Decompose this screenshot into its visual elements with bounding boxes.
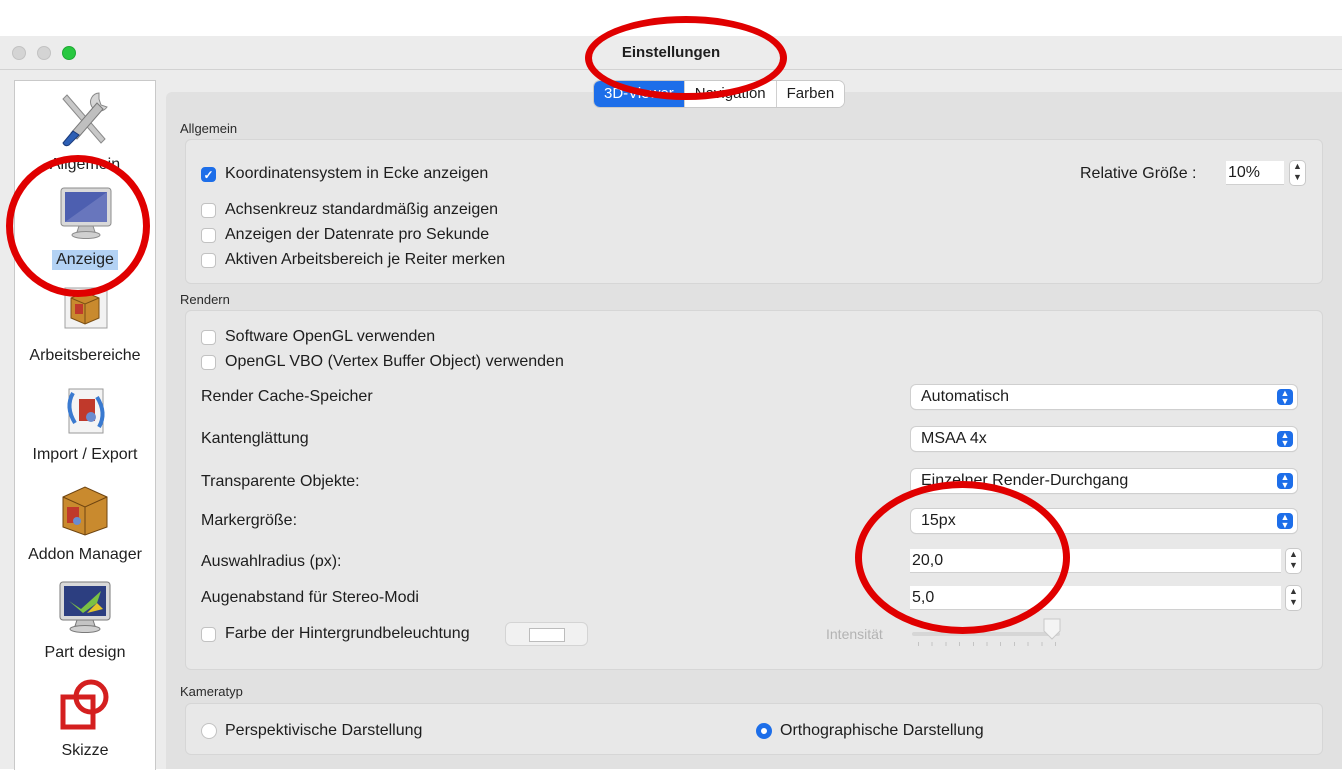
sidebar-item-arbeitsbereiche[interactable]: Arbeitsbereiche [15, 284, 155, 370]
relative-size-input[interactable]: 10% [1226, 161, 1284, 185]
checkbox-label: Koordinatensystem in Ecke anzeigen [225, 165, 489, 182]
sidebar-item-label: Import / Export [32, 446, 138, 463]
augenabstand-label: Augenabstand für Stereo-Modi [201, 589, 419, 606]
chevron-updown-icon: ▲ ▼ [1277, 431, 1293, 448]
sidebar-item-part-design[interactable]: Part design [15, 579, 155, 665]
color-swatch [529, 628, 565, 642]
tools-icon [62, 92, 108, 147]
sidebar-item-label: Skizze [61, 742, 109, 759]
import-export-icon [67, 388, 105, 434]
sketch-icon [60, 679, 109, 730]
auswahlradius-label: Auswahlradius (px): [201, 553, 342, 570]
backlight-color-button[interactable] [505, 622, 588, 646]
render-cache-select[interactable]: Automatisch ▲ ▼ [911, 385, 1297, 409]
chevron-updown-icon: ▲ ▼ [1277, 513, 1293, 530]
checkbox-opengl-vbo[interactable] [201, 355, 216, 370]
intensity-slider-ticks [918, 642, 1056, 646]
tab-farben[interactable]: Farben [776, 81, 845, 107]
intensity-label: Intensität [826, 626, 883, 642]
checkbox-label: Anzeigen der Datenrate pro Sekunde [225, 226, 490, 243]
chevron-updown-icon: ▲ ▼ [1277, 389, 1293, 406]
radio-label: Orthographische Darstellung [780, 722, 984, 739]
radio-perspektivisch[interactable] [201, 723, 217, 739]
checkbox-label: OpenGL VBO (Vertex Buffer Object) verwen… [225, 353, 564, 370]
sidebar-item-import-export[interactable]: Import / Export [15, 383, 155, 469]
part-design-icon [59, 581, 111, 633]
render-cache-label: Render Cache-Speicher [201, 388, 373, 405]
section-title-kameratyp: Kameratyp [180, 684, 243, 699]
chevron-updown-icon: ▲ ▼ [1277, 473, 1293, 490]
annotation-circle-title [585, 16, 787, 100]
auswahlradius-stepper[interactable]: ▲ ▼ [1286, 549, 1301, 573]
annotation-circle-anzeige [6, 155, 150, 297]
checkbox-datenrate[interactable] [201, 228, 216, 243]
transparente-objekte-label: Transparente Objekte: [201, 473, 360, 490]
intensity-slider-track[interactable] [912, 632, 1060, 636]
select-value: Automatisch [921, 388, 1010, 405]
intensity-slider-thumb[interactable] [1042, 617, 1062, 641]
relative-size-label: Relative Größe : [1080, 165, 1197, 182]
augenabstand-stepper[interactable]: ▲ ▼ [1286, 586, 1301, 610]
sidebar-item-addon-manager[interactable]: Addon Manager [15, 481, 155, 567]
checkbox-software-opengl[interactable] [201, 330, 216, 345]
radio-label: Perspektivische Darstellung [225, 722, 423, 739]
kantenglaettung-select[interactable]: MSAA 4x ▲ ▼ [911, 427, 1297, 451]
checkbox-label: Farbe der Hintergrundbeleuchtung [225, 625, 470, 642]
checkbox-hintergrundbeleuchtung[interactable] [201, 627, 216, 642]
section-title-allgemein: Allgemein [180, 121, 238, 136]
checkbox-label: Aktiven Arbeitsbereich je Reiter merken [225, 251, 506, 268]
kantenglaettung-label: Kantenglättung [201, 430, 309, 447]
checkbox-arbeitsbereich-merken[interactable] [201, 253, 216, 268]
checkbox-koordinatensystem[interactable]: ✓ [201, 167, 216, 182]
markergroesse-label: Markergröße: [201, 512, 298, 529]
addon-box-icon [62, 486, 108, 536]
checkbox-achsenkreuz[interactable] [201, 203, 216, 218]
checkbox-label: Software OpenGL verwenden [225, 328, 436, 345]
radio-orthographisch[interactable] [756, 723, 772, 739]
checkbox-label: Achsenkreuz standardmäßig anzeigen [225, 201, 499, 218]
section-title-rendern: Rendern [180, 292, 230, 307]
select-value: MSAA 4x [921, 430, 987, 447]
relative-size-stepper[interactable]: ▲ ▼ [1290, 161, 1305, 185]
annotation-circle-markergroesse [855, 481, 1070, 634]
sidebar-item-label: Arbeitsbereiche [29, 347, 141, 364]
sidebar-item-label: Addon Manager [28, 546, 142, 563]
sidebar-item-skizze[interactable]: Skizze [15, 677, 155, 763]
sidebar-item-label: Part design [44, 644, 126, 661]
